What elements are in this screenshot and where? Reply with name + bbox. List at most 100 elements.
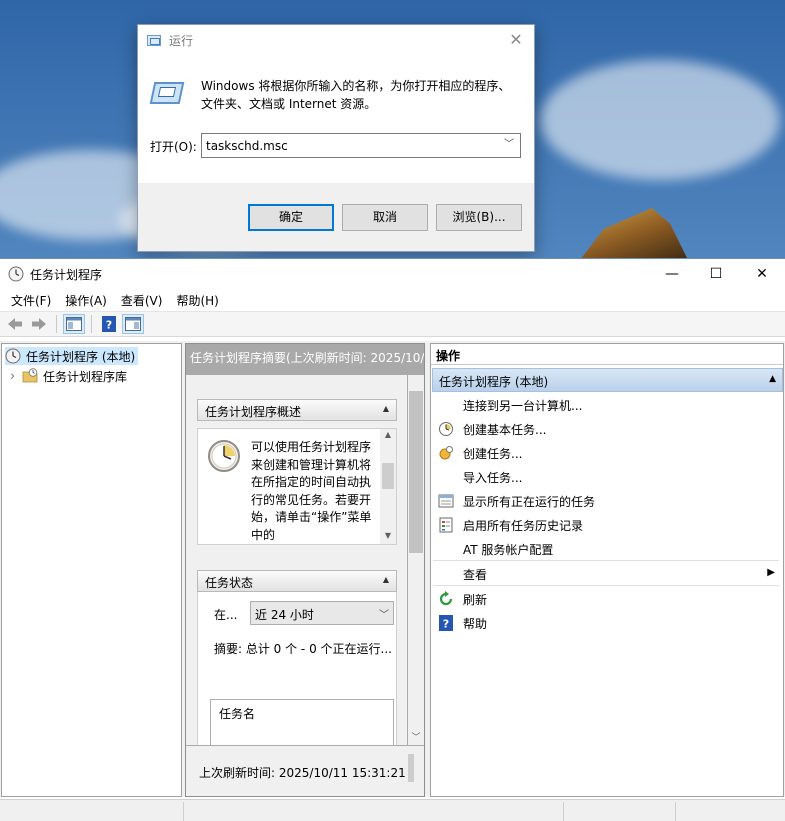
help-icon[interactable]: ?	[98, 314, 120, 334]
close-icon[interactable]: ✕	[506, 30, 526, 50]
task-list[interactable]: 任务名	[210, 699, 394, 745]
action-label: 创建任务...	[463, 447, 523, 461]
action-pane-icon[interactable]	[122, 314, 144, 334]
minimize-button[interactable]: —	[649, 259, 695, 289]
tree-item-library[interactable]: › 任务计划程序库	[10, 367, 127, 385]
forward-arrow-icon[interactable]	[28, 314, 50, 334]
browse-button[interactable]: 浏览(B)...	[436, 204, 522, 231]
scroll-thumb[interactable]	[409, 391, 423, 553]
action-label: 帮助	[463, 617, 488, 631]
close-button[interactable]: ✕	[739, 259, 785, 289]
action-connect[interactable]: 连接到另一台计算机...	[433, 393, 779, 417]
action-label: 刷新	[463, 593, 488, 607]
run-title: 运行	[169, 33, 194, 48]
task-list-header[interactable]: 任务名	[219, 707, 255, 721]
action-label: 创建基本任务...	[463, 423, 547, 437]
chevron-down-icon[interactable]: ﹀	[379, 606, 389, 621]
action-label: 启用所有任务历史记录	[463, 519, 584, 533]
tree-item-label: 任务计划程序库	[43, 369, 128, 384]
scroll-thumb[interactable]	[382, 463, 394, 489]
action-show-running[interactable]: 显示所有正在运行的任务	[433, 489, 779, 513]
scroll-down-icon[interactable]: ﹀	[408, 730, 424, 745]
cancel-button[interactable]: 取消	[342, 204, 428, 231]
overview-section-header[interactable]: 任务计划程序概述 ▲	[197, 399, 397, 421]
ok-button[interactable]: 确定	[248, 204, 334, 231]
maximize-button[interactable]: ☐	[693, 259, 739, 289]
back-arrow-icon[interactable]	[4, 314, 26, 334]
action-at-service-config[interactable]: AT 服务帐户配置	[433, 537, 779, 561]
status-box: 在... 近 24 小时 ﹀ 摘要: 总计 0 个 - 0 个正在运行... 任…	[197, 592, 397, 745]
status-bar-segment	[183, 802, 184, 821]
menu-view[interactable]: 查看(V)	[114, 292, 170, 309]
svg-text:?: ?	[106, 319, 112, 332]
console-tree-icon[interactable]	[63, 314, 85, 334]
status-title: 任务状态	[205, 576, 254, 590]
status-bar	[0, 799, 785, 821]
action-label: 查看	[463, 568, 488, 582]
create-task-icon	[439, 446, 453, 460]
help-icon: ?	[439, 615, 453, 631]
toolbar-separator	[56, 315, 57, 333]
action-enable-history[interactable]: 启用所有任务历史记录	[433, 513, 779, 537]
action-view[interactable]: 查看 ▶	[433, 562, 779, 586]
folder-clock-icon	[22, 368, 38, 383]
scroll-down-icon[interactable]: ▼	[380, 531, 396, 544]
collapse-icon[interactable]: ▲	[383, 404, 389, 413]
overview-text: 可以使用任务计划程序来创建和管理计算机将在所指定的时间自动执行的常见任务。若要开…	[251, 440, 372, 542]
run-description: Windows 将根据你所输入的名称，为你打开相应的程序、文件夹、文档或 Int…	[201, 79, 511, 111]
expand-icon[interactable]: ›	[10, 369, 22, 384]
status-bar-segment	[675, 802, 676, 821]
task-scheduler-window: 任务计划程序 — ☐ ✕ 文件(F) 操作(A) 查看(V) 帮助(H) ? 任…	[0, 258, 785, 821]
clock-icon	[8, 266, 24, 282]
command-value: taskschd.msc	[206, 138, 288, 153]
action-refresh[interactable]: 刷新	[433, 587, 779, 611]
cloud	[540, 60, 780, 180]
chevron-down-icon[interactable]: ﹀	[502, 137, 516, 153]
last-refresh-time: 上次刷新时间: 2025/10/11 15:31:21	[199, 766, 406, 780]
command-input[interactable]: taskschd.msc ﹀	[201, 133, 521, 158]
clock-icon	[208, 440, 240, 472]
status-period-select[interactable]: 近 24 小时 ﹀	[250, 601, 394, 625]
action-import-task[interactable]: 导入任务...	[433, 465, 779, 489]
open-label: 打开(O):	[150, 140, 197, 154]
status-summary: 摘要: 总计 0 个 - 0 个正在运行...	[214, 642, 392, 656]
summary-header: 任务计划程序摘要(上次刷新时间: 2025/10/11 15:31:21)	[186, 344, 424, 374]
actions-header: 操作	[431, 344, 783, 365]
actions-group-header[interactable]: 任务计划程序 (本地) ▲	[432, 368, 783, 392]
action-create-task[interactable]: 创建任务...	[433, 441, 779, 465]
history-icon	[439, 517, 453, 533]
actions-group-label: 任务计划程序 (本地)	[439, 375, 549, 389]
toolbar: ?	[0, 311, 785, 337]
desktop-rock	[580, 208, 688, 260]
menu-help[interactable]: 帮助(H)	[169, 292, 225, 309]
window-body: 任务计划程序 (本地) › 任务计划程序库 任务计划程序摘要(上次刷新时间: 2…	[0, 341, 785, 797]
menu-action[interactable]: 操作(A)	[58, 292, 114, 309]
window-titlebar: 任务计划程序 — ☐ ✕	[0, 259, 785, 289]
refresh-icon	[439, 591, 453, 606]
action-label: 显示所有正在运行的任务	[463, 495, 596, 509]
refresh-button[interactable]	[408, 754, 414, 782]
action-help[interactable]: ? 帮助	[433, 611, 779, 635]
status-period-label: 在...	[214, 608, 238, 622]
clock-icon	[5, 348, 21, 364]
status-section-header[interactable]: 任务状态 ▲	[197, 570, 397, 592]
status-period-value: 近 24 小时	[255, 608, 314, 622]
tree-item-local[interactable]: 任务计划程序 (本地)	[5, 347, 139, 365]
svg-text:?: ?	[443, 618, 449, 631]
overview-box: 可以使用任务计划程序来创建和管理计算机将在所指定的时间自动执行的常见任务。若要开…	[197, 428, 397, 545]
run-titlebar: 运行	[138, 25, 534, 55]
summary-pane: 任务计划程序摘要(上次刷新时间: 2025/10/11 15:31:21) 任务…	[185, 343, 425, 797]
menu-file[interactable]: 文件(F)	[4, 292, 58, 309]
running-tasks-icon	[438, 494, 454, 508]
collapse-icon[interactable]: ▲	[383, 575, 389, 584]
scroll-up-icon[interactable]: ▲	[380, 430, 396, 444]
action-label: AT 服务帐户配置	[463, 543, 554, 557]
window-title: 任务计划程序	[30, 267, 103, 282]
overview-title: 任务计划程序概述	[205, 405, 302, 419]
summary-scrollbar[interactable]: ﹀	[408, 375, 424, 745]
action-create-basic-task[interactable]: 创建基本任务...	[433, 417, 779, 441]
scroll-up-icon[interactable]	[408, 376, 424, 391]
collapse-icon[interactable]: ▲	[769, 374, 776, 384]
overview-scrollbar[interactable]: ▲ ▼	[380, 429, 396, 544]
actions-pane: 操作 任务计划程序 (本地) ▲ 连接到另一台计算机... 创建基本任务...	[430, 343, 784, 797]
